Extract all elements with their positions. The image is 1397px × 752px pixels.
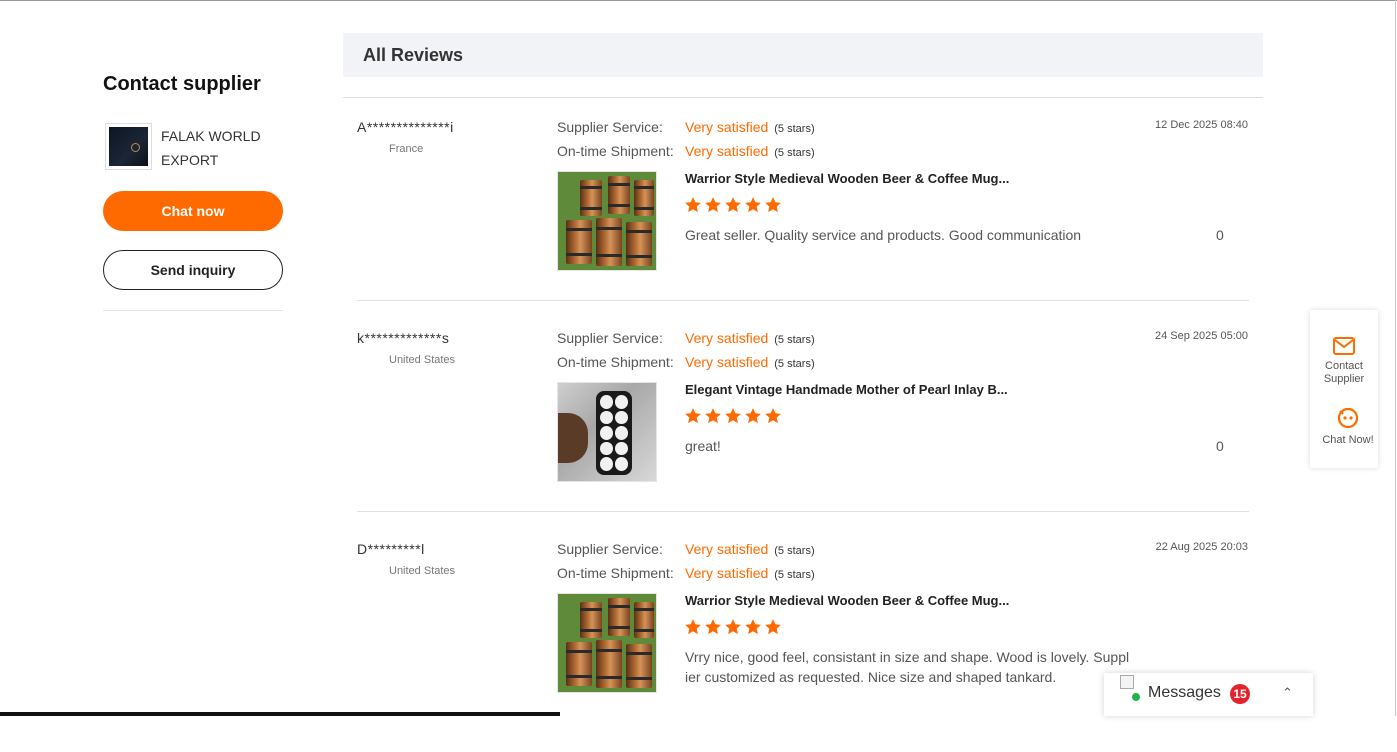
star-icon bbox=[765, 408, 781, 424]
review-comment: Great seller. Quality service and produc… bbox=[685, 227, 1082, 243]
supplier-service-value: Very satisfied bbox=[685, 541, 769, 557]
shipment-rating: On-time Shipment: Very satisfied (5 stars) bbox=[557, 143, 815, 159]
star-icon bbox=[745, 619, 761, 635]
mail-icon bbox=[1333, 337, 1355, 355]
star-icon bbox=[705, 408, 721, 424]
broken-image-icon bbox=[1120, 675, 1134, 689]
review-date: 12 Dec 2025 08:40 bbox=[1155, 119, 1248, 131]
float-chat-now[interactable]: Chat Now! bbox=[1314, 406, 1382, 447]
supplier-service-label: Supplier Service: bbox=[557, 330, 663, 346]
top-border bbox=[0, 0, 1397, 1]
product-title-link[interactable]: Warrior Style Medieval Wooden Beer & Cof… bbox=[685, 171, 1009, 186]
supplier-service-rating: Supplier Service: Very satisfied (5 stars) bbox=[557, 330, 815, 346]
chat-now-button[interactable]: Chat now bbox=[103, 191, 283, 231]
float-chat-label: Chat Now! bbox=[1322, 434, 1374, 446]
star-rating bbox=[684, 618, 782, 638]
shipment-stars: (5 stars) bbox=[774, 569, 815, 581]
chat-icon bbox=[1337, 407, 1359, 429]
supplier-service-stars: (5 stars) bbox=[774, 123, 815, 135]
star-icon bbox=[725, 197, 741, 213]
helpful-count[interactable]: 0 bbox=[1216, 227, 1224, 243]
shipment-value: Very satisfied bbox=[685, 143, 769, 159]
reviewer-name: A**************i bbox=[357, 119, 454, 135]
supplier-service-stars: (5 stars) bbox=[774, 545, 815, 557]
review-comment: Vrry nice, good feel, consistant in size… bbox=[685, 649, 1130, 685]
reviews-header: All Reviews bbox=[343, 33, 1263, 77]
star-rating bbox=[684, 407, 782, 427]
supplier-service-rating: Supplier Service: Very satisfied (5 stars) bbox=[557, 119, 815, 135]
star-icon bbox=[725, 619, 741, 635]
star-icon bbox=[765, 197, 781, 213]
online-status-dot bbox=[1132, 693, 1140, 701]
horizontal-scrollbar[interactable] bbox=[0, 712, 560, 716]
supplier-service-rating: Supplier Service: Very satisfied (5 stars) bbox=[557, 541, 815, 557]
float-contact-label: Contact Supplier bbox=[1323, 360, 1365, 385]
divider bbox=[103, 310, 283, 311]
reviews-header-title: All Reviews bbox=[363, 45, 464, 65]
star-icon bbox=[765, 619, 781, 635]
send-inquiry-button[interactable]: Send inquiry bbox=[103, 250, 283, 290]
reviewer-country: United States bbox=[389, 354, 456, 366]
review-card: A**************i France Supplier Service… bbox=[343, 119, 1263, 330]
review-comment: great! bbox=[685, 438, 721, 454]
floating-contact-widget: Contact Supplier Chat Now! bbox=[1310, 310, 1378, 468]
review-date: 22 Aug 2025 20:03 bbox=[1155, 541, 1248, 553]
star-icon bbox=[725, 408, 741, 424]
star-icon bbox=[685, 619, 701, 635]
shipment-value: Very satisfied bbox=[685, 354, 769, 370]
contact-supplier-title: Contact supplier bbox=[103, 73, 261, 95]
product-title-link[interactable]: Elegant Vintage Handmade Mother of Pearl… bbox=[685, 382, 1008, 397]
shipment-stars: (5 stars) bbox=[774, 147, 815, 159]
scrollbar-track bbox=[1395, 0, 1396, 716]
star-icon bbox=[685, 197, 701, 213]
shipment-rating: On-time Shipment: Very satisfied (5 stars) bbox=[557, 565, 815, 581]
divider bbox=[357, 300, 1249, 301]
float-contact-supplier[interactable]: Contact Supplier bbox=[1310, 336, 1378, 386]
reviewer-name: D*********l bbox=[357, 541, 425, 557]
supplier-service-stars: (5 stars) bbox=[774, 334, 815, 346]
divider bbox=[357, 511, 1249, 512]
review-card: D*********l United States Supplier Servi… bbox=[343, 541, 1263, 752]
review-date: 24 Sep 2025 05:00 bbox=[1155, 330, 1248, 342]
supplier-service-label: Supplier Service: bbox=[557, 541, 663, 557]
messages-bar[interactable]: Messages 15 ⌃ bbox=[1104, 673, 1313, 716]
reviewer-country: United States bbox=[389, 565, 456, 577]
shipment-value: Very satisfied bbox=[685, 565, 769, 581]
product-thumbnail[interactable] bbox=[557, 382, 657, 482]
supplier-name[interactable]: FALAK WORLD EXPORT bbox=[161, 124, 271, 172]
shipment-rating: On-time Shipment: Very satisfied (5 stars) bbox=[557, 354, 815, 370]
product-thumbnail[interactable] bbox=[557, 593, 657, 693]
supplier-logo[interactable] bbox=[105, 123, 152, 170]
supplier-service-value: Very satisfied bbox=[685, 119, 769, 135]
reviewer-country: France bbox=[389, 143, 424, 155]
star-rating bbox=[684, 196, 782, 216]
supplier-service-label: Supplier Service: bbox=[557, 119, 663, 135]
product-thumbnail[interactable] bbox=[557, 171, 657, 271]
divider bbox=[343, 97, 1263, 98]
messages-label: Messages bbox=[1148, 684, 1221, 701]
shipment-label: On-time Shipment: bbox=[557, 143, 674, 159]
helpful-count[interactable]: 0 bbox=[1216, 438, 1224, 454]
shipment-stars: (5 stars) bbox=[774, 358, 815, 370]
review-card: k*************s United States Supplier S… bbox=[343, 330, 1263, 541]
reviewer-name: k*************s bbox=[357, 330, 450, 346]
star-icon bbox=[705, 197, 721, 213]
supplier-service-value: Very satisfied bbox=[685, 330, 769, 346]
product-title-link[interactable]: Warrior Style Medieval Wooden Beer & Cof… bbox=[685, 593, 1009, 608]
unread-count-badge: 15 bbox=[1230, 684, 1250, 704]
shipment-label: On-time Shipment: bbox=[557, 565, 674, 581]
shipment-label: On-time Shipment: bbox=[557, 354, 674, 370]
chevron-up-icon[interactable]: ⌃ bbox=[1282, 685, 1293, 701]
star-icon bbox=[685, 408, 701, 424]
star-icon bbox=[745, 197, 761, 213]
star-icon bbox=[745, 408, 761, 424]
star-icon bbox=[705, 619, 721, 635]
